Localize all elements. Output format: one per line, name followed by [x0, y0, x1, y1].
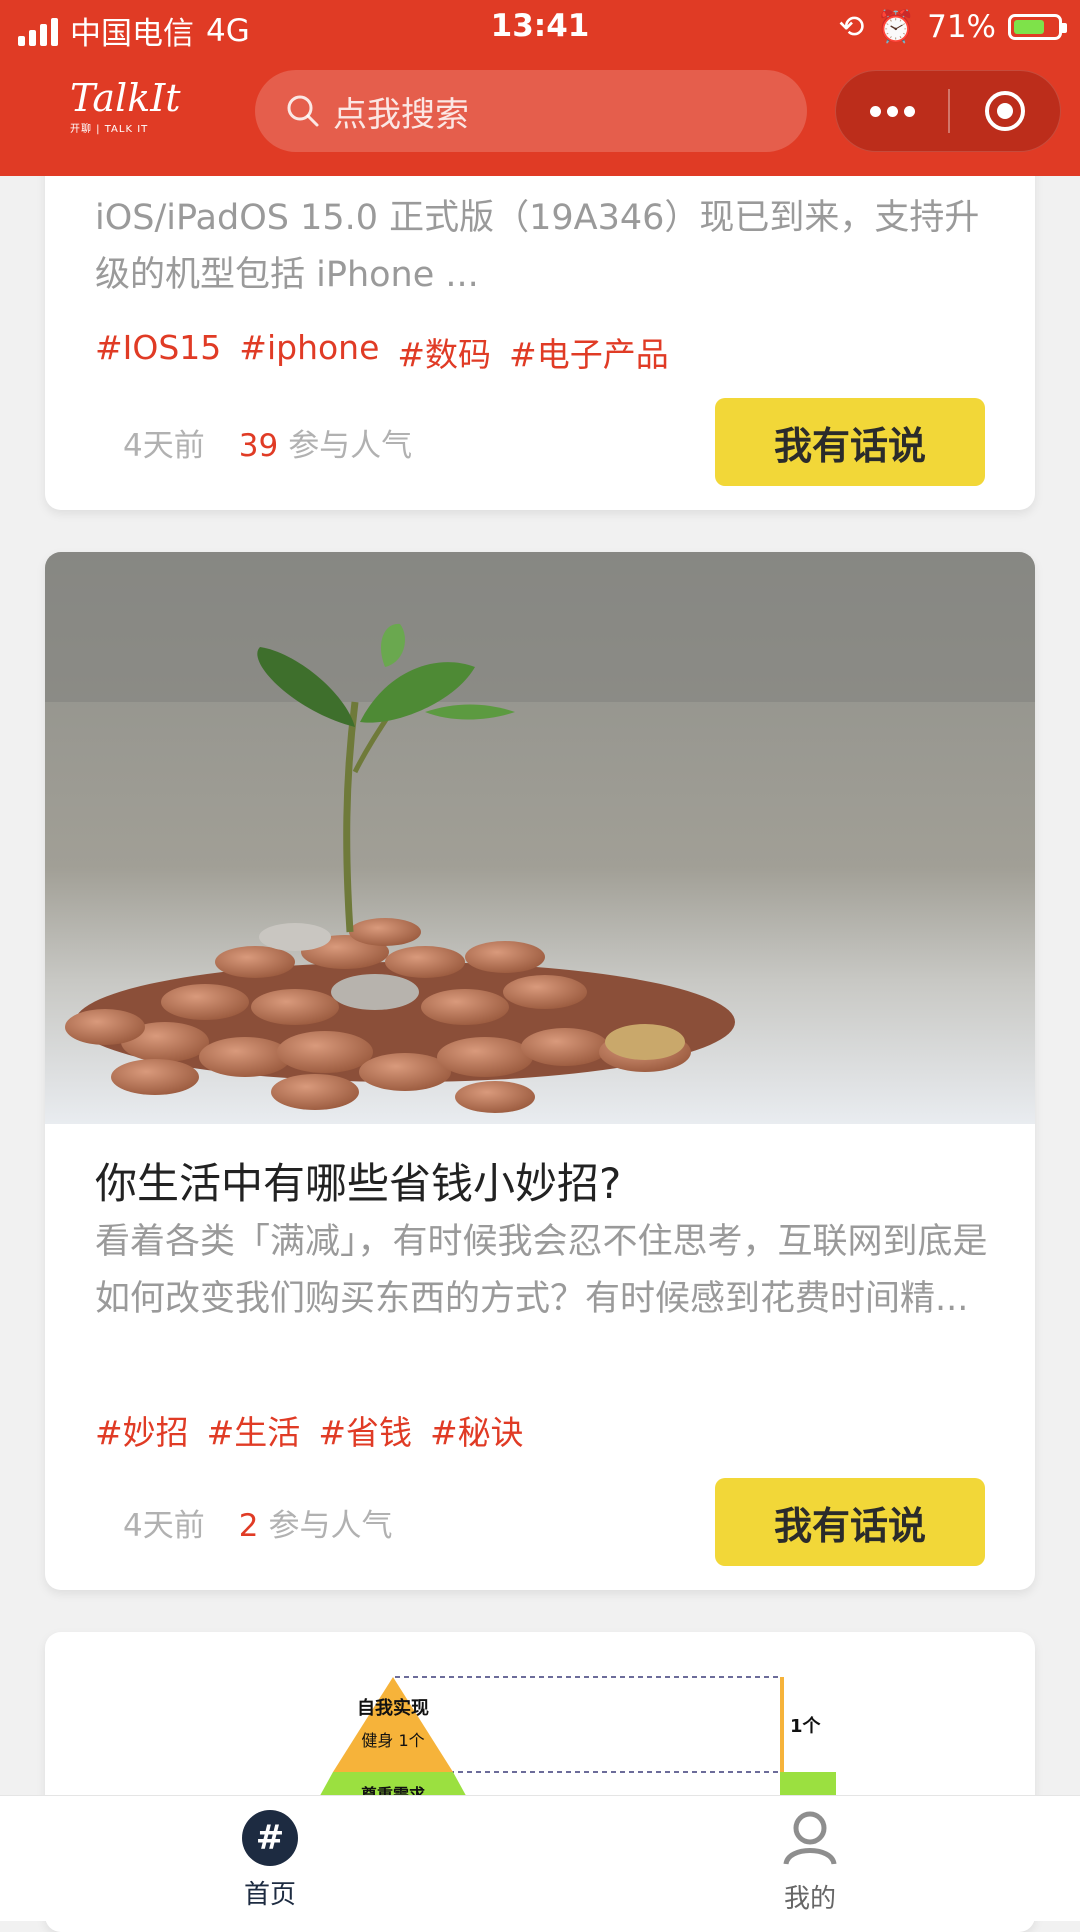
- more-menu-button[interactable]: [836, 71, 948, 151]
- tag[interactable]: #秘诀: [430, 1406, 524, 1454]
- comment-button[interactable]: 我有话说: [715, 398, 985, 486]
- pyramid-top-title: 自我实现: [357, 1697, 429, 1719]
- post-meta: 4天前 2 参与人气: [123, 1500, 392, 1545]
- tag[interactable]: #iphone: [239, 328, 379, 376]
- app-logo[interactable]: TalkIt 开聊 | TALK IT: [70, 76, 181, 144]
- top-bar: 中国电信 4G 13:41 ⟲ ⏰ 71% TalkIt 开聊 | TALK I…: [0, 0, 1080, 176]
- post-description: iOS/iPadOS 15.0 正式版（19A346）现已到来，支持升级的机型包…: [95, 198, 980, 295]
- participation-label: 参与人气: [288, 428, 413, 464]
- participation-label: 参与人气: [268, 1508, 393, 1544]
- tag[interactable]: #生活: [207, 1406, 301, 1454]
- post-cover-image[interactable]: [45, 552, 1035, 1124]
- search-placeholder: 点我搜索: [333, 94, 469, 135]
- search-icon: [287, 95, 319, 127]
- status-right: ⟲ ⏰ 71%: [838, 8, 1067, 45]
- hashtag-icon: #: [242, 1810, 298, 1866]
- tab-mine[interactable]: 我的: [710, 1810, 910, 1915]
- battery-fill: [1014, 19, 1044, 34]
- battery-icon: [1008, 13, 1067, 40]
- rotation-lock-icon: ⟲: [838, 8, 865, 45]
- post-meta: 4天前 39 参与人气: [123, 420, 412, 465]
- logo-subtitle: 开聊 | TALK IT: [70, 124, 149, 135]
- post-tags: #IOS15 #iphone #数码 #电子产品: [95, 328, 669, 376]
- post-time: 4天前: [123, 428, 205, 464]
- alarm-icon: ⏰: [876, 9, 916, 45]
- participation: 39 参与人气: [239, 420, 412, 465]
- close-miniapp-button[interactable]: [950, 91, 1060, 131]
- tab-mine-label: 我的: [783, 1884, 836, 1914]
- post-tags: #妙招 #生活 #省钱 #秘诀: [95, 1406, 524, 1454]
- post-title[interactable]: 你生活中有哪些省钱小妙招?: [95, 1150, 621, 1211]
- status-bar: 中国电信 4G 13:41 ⟲ ⏰ 71%: [0, 0, 1080, 56]
- battery-percent: 71%: [927, 8, 996, 45]
- participation-count: 39: [238, 428, 279, 464]
- miniapp-capsule: [835, 70, 1061, 152]
- logo-text: TalkIt: [70, 76, 181, 120]
- search-bar[interactable]: 点我搜索: [255, 70, 807, 152]
- tab-home[interactable]: # 首页: [170, 1810, 370, 1911]
- post-card[interactable]: iOS/iPadOS 15.0 正式版（19A346）现已到来，支持升级的机型包…: [45, 120, 1035, 510]
- post-description: 看着各类「满减」，有时候我会忍不住思考，互联网到底是如何改变我们购买东西的方式？…: [95, 1222, 988, 1319]
- tag[interactable]: #IOS15: [95, 328, 221, 376]
- comment-button[interactable]: 我有话说: [715, 1478, 985, 1566]
- bottom-tab-bar: # 首页 我的: [0, 1795, 1080, 1921]
- tag[interactable]: #妙招: [95, 1406, 189, 1454]
- participation-count: 2: [238, 1508, 259, 1544]
- post-card[interactable]: 你生活中有哪些省钱小妙招? 看着各类「满减」，有时候我会忍不住思考，互联网到底是…: [45, 552, 1035, 1590]
- target-icon: [985, 91, 1025, 131]
- tag[interactable]: #数码: [397, 328, 491, 376]
- tag[interactable]: #省钱: [318, 1406, 412, 1454]
- user-icon: [783, 1811, 837, 1865]
- tag[interactable]: #电子产品: [509, 328, 669, 376]
- tab-home-label: 首页: [243, 1880, 296, 1910]
- pyramid-top-sub: 健身 1个: [361, 1731, 424, 1750]
- participation: 2 参与人气: [239, 1500, 393, 1545]
- post-time: 4天前: [123, 1508, 205, 1544]
- bar-label: 1个: [790, 1715, 822, 1737]
